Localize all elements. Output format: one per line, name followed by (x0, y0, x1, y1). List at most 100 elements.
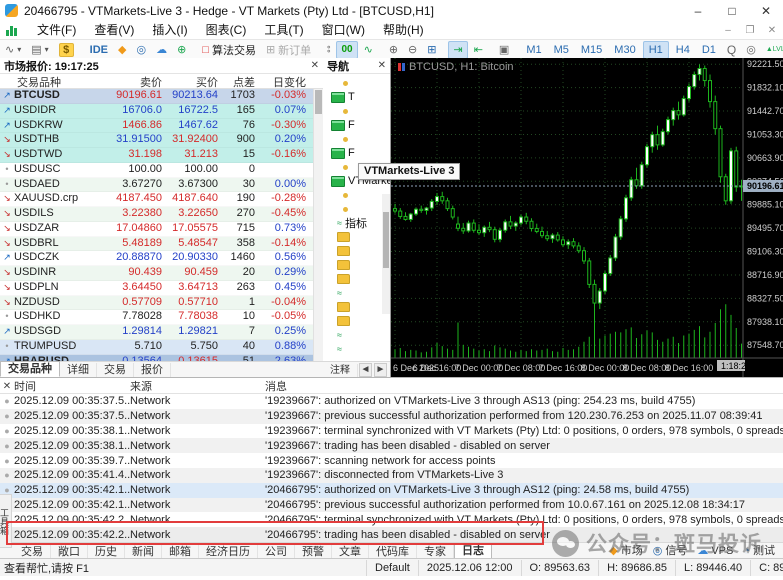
timeframe-M1[interactable]: M1 (521, 42, 546, 58)
toolbox-tab-代码库[interactable]: 代码库 (369, 545, 417, 559)
market-watch-row[interactable]: ↘XAUUSD.crp4187.4504187.640190-0.28% (0, 192, 323, 207)
menu-图表(C)[interactable]: 图表(C) (197, 21, 256, 39)
market-watch-row[interactable]: ↗HBARUSD0.135640.13615512.63% (0, 355, 323, 362)
navigator-folder-item[interactable] (323, 244, 390, 258)
toolbox-tab-交易[interactable]: 交易 (14, 545, 51, 559)
mw-col-1[interactable]: 交易品种 (14, 74, 110, 90)
navigator-note-tab[interactable]: 注释 (323, 364, 358, 377)
ide-button[interactable]: IDE (86, 42, 112, 58)
market-watch-row[interactable]: ↘USDPLN3.644503.647132630.45% (0, 281, 323, 296)
market-watch-tab-详细[interactable]: 详细 (60, 363, 97, 377)
bar-chart-mode-button[interactable]: ⦂ (323, 42, 334, 58)
cloud-button[interactable]: ☁ (152, 42, 171, 58)
navigator-scrollbar[interactable] (382, 194, 390, 314)
market-watch-tab-交易[interactable]: 交易 (97, 363, 134, 377)
close-button[interactable]: ✕ (749, 1, 783, 21)
market-watch-row[interactable]: ↘USDTHB31.9150031.924009000.20% (0, 133, 323, 148)
navigator-indicator-item[interactable]: ≈ (323, 286, 390, 300)
timeframe-H1[interactable]: H1 (643, 41, 669, 59)
scroll-left-icon[interactable]: ◄ (359, 363, 372, 377)
market-watch-tab-交易品种[interactable]: 交易品种 (0, 361, 60, 377)
timeframe-H4[interactable]: H4 (671, 42, 695, 58)
navigator-server-item[interactable]: F (323, 118, 390, 132)
toolbox-tab-敞口[interactable]: 敞口 (51, 545, 88, 559)
child-minimize-button[interactable]: – (717, 25, 739, 36)
market-watch-tab-报价[interactable]: 报价 (134, 363, 171, 377)
auto-scroll-button[interactable]: ⇤ (470, 42, 487, 58)
menu-窗口(W)[interactable]: 窗口(W) (313, 21, 374, 39)
journal-row[interactable]: ●2025.12.09 00:35:37.5...Network'1923966… (0, 409, 783, 424)
algo-trading-button[interactable]: □算法交易 (198, 42, 260, 58)
journal-row[interactable]: ●2025.12.09 00:35:42.1...Network'2046679… (0, 498, 783, 513)
menu-查看(V)[interactable]: 查看(V) (85, 21, 143, 39)
journal-row[interactable]: ●2025.12.09 00:35:39.7...Network'1923966… (0, 453, 783, 468)
toolbox-tab-文章[interactable]: 文章 (332, 545, 369, 559)
price-chart[interactable]: 92221.5091832.1091442.7091053.3090663.90… (391, 58, 783, 377)
market-watch-row[interactable]: •USDHKD7.780287.7803810-0.05% (0, 310, 323, 325)
menu-文件(F)[interactable]: 文件(F) (28, 21, 85, 39)
market-watch-row[interactable]: •TRUMPUSD5.7105.750400.88% (0, 340, 323, 355)
toolbox-tab-邮箱[interactable]: 邮箱 (162, 545, 199, 559)
journal-row[interactable]: ●2025.12.09 00:35:42.1...Network'2046679… (0, 483, 783, 498)
line-chart-mode-button[interactable]: ∿ (360, 42, 377, 58)
journal-row[interactable]: ●2025.12.09 00:35:38.1...Network'1923966… (0, 438, 783, 453)
menu-工具(T)[interactable]: 工具(T) (255, 21, 312, 39)
navigator-server-item[interactable]: T (323, 90, 390, 104)
toolbox-tab-公司[interactable]: 公司 (258, 545, 295, 559)
timeframe-M30[interactable]: M30 (609, 42, 640, 58)
toolbox-tab-历史[interactable]: 历史 (88, 545, 125, 559)
market-watch-row[interactable]: ↗USDSGD1.298141.2982170.25% (0, 325, 323, 340)
zoom-in-button[interactable]: ⊕ (385, 42, 402, 58)
market-bag-button[interactable]: ◆ (114, 42, 130, 58)
community-button[interactable]: ⊕ (173, 42, 190, 58)
child-restore-button[interactable]: ❐ (739, 25, 761, 36)
navigator-folder-item[interactable] (323, 314, 390, 328)
child-close-button[interactable]: ✕ (761, 25, 783, 36)
toolbox-tab-经济日历[interactable]: 经济日历 (199, 545, 258, 559)
market-watch-row[interactable]: ↗BTCUSD90196.6190213.641703-0.03% (0, 89, 323, 104)
navigator-indicator-item[interactable]: ≈ (323, 328, 390, 342)
toolbox-tab-新闻[interactable]: 新闻 (125, 545, 162, 559)
minimize-button[interactable]: – (681, 1, 715, 21)
market-watch-row[interactable]: ↘USDINR90.43990.459200.29% (0, 266, 323, 281)
screenshot-button[interactable]: ▣ (495, 42, 513, 58)
menu-帮助(H)[interactable]: 帮助(H) (374, 21, 433, 39)
market-watch-close-icon[interactable]: ✕ (311, 60, 319, 71)
search-button[interactable]: Q (723, 42, 740, 58)
market-watch-row[interactable]: ↘USDTWD31.19831.21315-0.16% (0, 148, 323, 163)
market-watch-row[interactable]: ↘USDILS3.223803.22650270-0.45% (0, 207, 323, 222)
navigator-folder-item[interactable] (323, 272, 390, 286)
market-watch-row[interactable]: •USDUSC100.00100.000 (0, 163, 323, 178)
signals-button[interactable]: ◎ (132, 42, 150, 58)
timeframe-M15[interactable]: M15 (576, 42, 607, 58)
line-chart-menu-button[interactable]: ∿▾ (1, 42, 25, 58)
menu-插入(I)[interactable]: 插入(I) (143, 21, 196, 39)
market-watch-row[interactable]: •USDAED3.672703.67300300.00% (0, 178, 323, 193)
shift-chart-end-button[interactable]: ⇥ (448, 41, 467, 59)
mw-col-3[interactable]: 买价 (165, 74, 221, 90)
navigator-folder-item[interactable] (323, 258, 390, 272)
timeframe-D1[interactable]: D1 (697, 42, 721, 58)
indicator-chart-menu-button[interactable]: ▤▾ (27, 42, 52, 58)
scroll-right-icon[interactable]: ► (374, 363, 387, 377)
navigator-indicator-item[interactable]: ≈ (323, 342, 390, 356)
market-watch-row[interactable]: ↘USDBRL5.481895.48547358-0.14% (0, 237, 323, 252)
market-watch-row[interactable]: ↗USDIDR16706.016722.51650.07% (0, 104, 323, 119)
toolbox-tab-预警[interactable]: 预警 (295, 545, 332, 559)
navigator-server-item[interactable]: F (323, 146, 390, 160)
chart-window[interactable]: BTCUSD, H1: Bitcoin 92221.5091832.109144… (390, 58, 783, 377)
market-watch-scrollbar[interactable] (313, 89, 323, 361)
zoom-out-button[interactable]: ⊖ (404, 42, 421, 58)
mw-col-4[interactable]: 点差 (221, 74, 258, 90)
navigator-folder-item[interactable] (323, 300, 390, 314)
market-watch-row[interactable]: ↘USDZAR17.0486017.055757150.73% (0, 222, 323, 237)
timeframe-M5[interactable]: M5 (549, 42, 574, 58)
mw-col-2[interactable]: 卖价 (110, 74, 165, 90)
navigator-indicators-label[interactable]: ≈指标 (323, 216, 390, 230)
new-order-button[interactable]: ⊞新订单 (262, 42, 315, 58)
navigator-close-icon[interactable]: ✕ (378, 60, 386, 71)
toolbox-tab-日志[interactable]: 日志 (454, 543, 492, 559)
maximize-button[interactable]: □ (715, 1, 749, 21)
toolbox-close-icon[interactable]: ✕ (0, 381, 14, 392)
journal-row[interactable]: ●2025.12.09 00:35:37.5...Network'1923966… (0, 394, 783, 409)
